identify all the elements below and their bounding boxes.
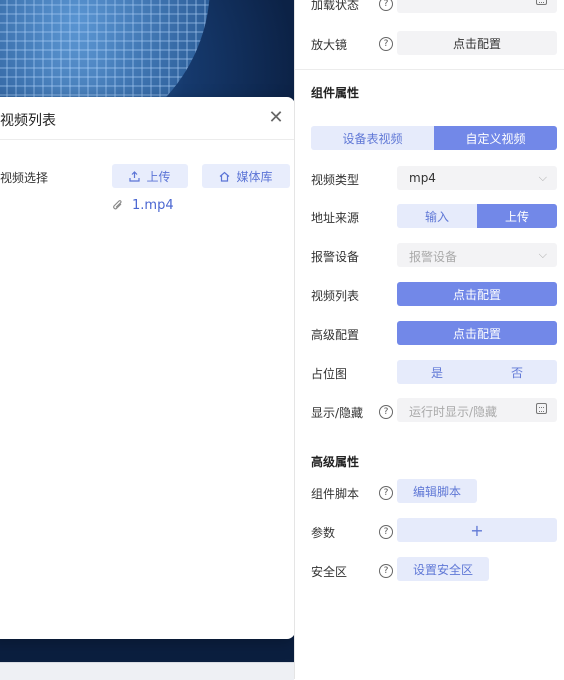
chevron-down-icon: ⌵ [538,171,547,184]
video-type-label: 视频类型 [311,173,360,187]
canvas-scrollbar[interactable] [0,662,294,680]
video-select-label: 视频选择 [0,171,49,185]
params-label: 参数 [311,526,336,540]
magnifier-label: 放大镜 [311,38,348,52]
file-name: 1.mp4 [132,198,174,213]
show-hide-label: 显示/隐藏 [311,406,364,420]
media-library-button[interactable]: 媒体库 [202,164,290,188]
dialog-header: 视频列表 ✕ [0,97,295,140]
video-type-value: mp4 [409,171,436,185]
tab-custom-video[interactable]: 自定义视频 [434,126,557,150]
advanced-props-title: 高级属性 [311,455,360,469]
address-input-option[interactable]: 输入 [397,204,477,228]
placeholder-image-label: 占位图 [311,367,348,381]
media-library-label: 媒体库 [236,169,273,184]
load-state-label: 加载状态 [311,0,360,12]
upload-icon [129,170,141,182]
upload-button-label: 上传 [146,169,171,184]
address-source-toggle: 输入 上传 [397,204,557,228]
magnifier-config-label: 点击配置 [452,36,501,51]
alarm-device-label: 报警设备 [311,250,360,264]
show-hide-placeholder: 运行时显示/隐藏 [409,405,498,419]
alarm-device-select[interactable]: 报警设备 ⌵ [397,243,557,267]
component-script-label: 组件脚本 [311,487,360,501]
tab-device-video[interactable]: 设备表视频 [311,126,434,150]
video-list-config-button[interactable]: 点击配置 [397,282,557,306]
home-icon [220,171,230,182]
add-param-button[interactable]: + [397,518,557,542]
advanced-config-button[interactable]: 点击配置 [397,321,557,345]
video-source-tabs: 设备表视频 自定义视频 [311,126,557,150]
video-list-dialog: 视频列表 ✕ 视频选择 上传 媒体库 1.mp4 [0,97,295,639]
placeholder-no-option[interactable]: 否 [477,360,557,384]
paperclip-icon [113,200,122,210]
advanced-config-label: 高级配置 [311,328,360,342]
calendar-icon [536,403,547,414]
safe-area-label: 安全区 [311,565,348,579]
help-icon[interactable]: ? [379,0,393,11]
help-icon[interactable]: ? [379,405,393,419]
show-hide-field[interactable]: 运行时显示/隐藏 [397,398,557,422]
help-icon[interactable]: ? [379,564,393,578]
edit-script-button[interactable]: 编辑脚本 [397,479,477,503]
address-source-label: 地址来源 [311,211,360,225]
help-icon[interactable]: ? [379,525,393,539]
component-props-title: 组件属性 [311,86,360,100]
video-type-select[interactable]: mp4 ⌵ [397,166,557,190]
dialog-title: 视频列表 [0,113,56,129]
uploaded-file[interactable]: 1.mp4 [112,198,174,213]
magnifier-config-button[interactable]: 点击配置 [397,31,557,55]
placeholder-toggle: 是 否 [397,360,557,384]
close-icon[interactable]: ✕ [267,109,285,127]
help-icon[interactable]: ? [379,486,393,500]
load-state-field[interactable] [397,0,557,13]
placeholder-yes-option[interactable]: 是 [397,360,477,384]
video-list-label: 视频列表 [311,289,360,303]
alarm-device-placeholder: 报警设备 [409,250,458,264]
property-panel: 加载状态 ? 放大镜 ? 点击配置 组件属性 设备表视频 自定义视频 视频类型 … [294,0,564,679]
chevron-down-icon: ⌵ [538,248,547,261]
calendar-icon [536,0,547,5]
upload-button[interactable]: 上传 [112,164,188,188]
set-safe-area-button[interactable]: 设置安全区 [397,557,489,581]
address-upload-option[interactable]: 上传 [477,204,557,228]
help-icon[interactable]: ? [379,37,393,51]
